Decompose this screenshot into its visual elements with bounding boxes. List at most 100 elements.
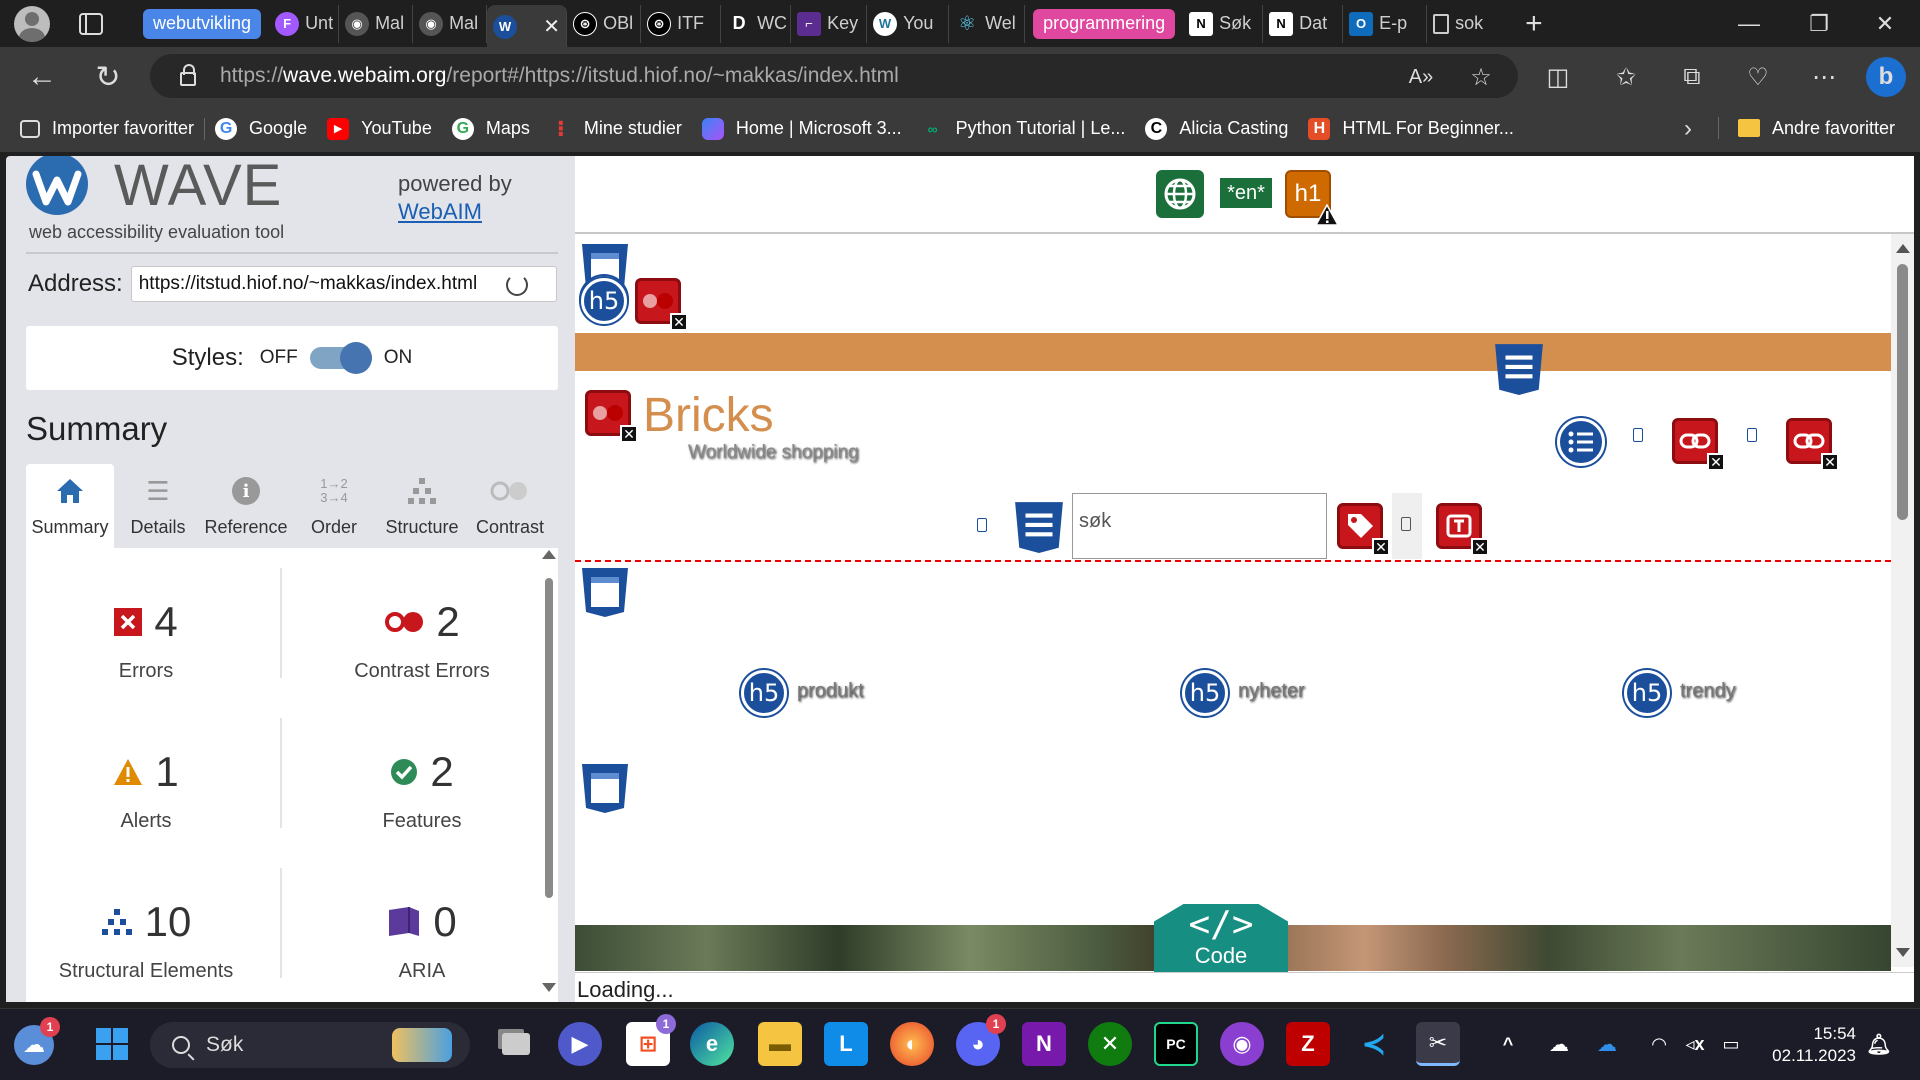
filezilla-icon[interactable]: Z — [1286, 1022, 1330, 1066]
favorite-star-icon[interactable]: ☆ — [1465, 61, 1497, 93]
address-refresh-icon[interactable] — [506, 274, 528, 296]
language-en-badge[interactable]: *en* — [1220, 178, 1272, 208]
favorite-maps[interactable]: G Maps — [442, 114, 540, 144]
snipping-tool-icon[interactable]: ✂ — [1416, 1022, 1460, 1066]
stat-aria[interactable]: 0 ARIA — [302, 898, 542, 983]
tab-group-webutvikling[interactable]: webutvikling — [143, 8, 262, 39]
browser-essentials-icon[interactable]: ♡ — [1742, 61, 1774, 93]
github-desktop-icon[interactable]: ◉ — [1220, 1022, 1264, 1066]
task-view-icon[interactable] — [494, 1022, 538, 1066]
close-tab-icon[interactable]: ✕ — [543, 14, 560, 39]
tab-key[interactable]: ⌐ Key — [791, 4, 868, 43]
contrast-error-icon[interactable]: ✕ — [635, 278, 688, 331]
tab-openai-1[interactable]: ⊛ OBl — [567, 4, 642, 43]
onedrive-cloud-icon[interactable]: ☁ — [1544, 1022, 1574, 1066]
collections-icon[interactable]: ⧉ — [1676, 61, 1708, 93]
address-input[interactable] — [130, 266, 557, 302]
scroll-up-icon[interactable] — [542, 550, 556, 559]
tab-notion-1[interactable]: N Søk — [1183, 4, 1264, 43]
tab-notion-2[interactable]: N Dat — [1263, 4, 1344, 43]
stat-errors[interactable]: 4 Errors — [26, 598, 266, 683]
tab-structure[interactable]: Structure — [378, 464, 466, 548]
stat-alerts[interactable]: 1 Alerts — [26, 748, 266, 833]
stat-features[interactable]: 2 Features — [302, 748, 542, 833]
search-input[interactable]: søk — [1072, 493, 1327, 559]
back-arrow-icon[interactable]: ← — [24, 59, 60, 95]
chevron-up-icon[interactable]: ^ — [1494, 1022, 1522, 1066]
tab-actions-icon[interactable] — [79, 12, 103, 35]
tab-react[interactable]: ⚛ Wel — [949, 4, 1026, 43]
new-tab-icon[interactable]: + — [1525, 7, 1543, 41]
language-globe-icon[interactable] — [1156, 170, 1204, 218]
empty-button-error-icon[interactable]: ✕ — [1436, 503, 1489, 556]
read-aloud-icon[interactable]: A» — [1405, 61, 1437, 93]
l-app-icon[interactable]: L — [824, 1022, 868, 1066]
profile-avatar-icon[interactable] — [14, 5, 50, 42]
missing-label-error-icon[interactable]: ✕ — [1337, 503, 1390, 556]
tab-order[interactable]: 1→2 3→4 Order — [290, 464, 378, 548]
tab-wave-active[interactable]: W ✕ — [487, 4, 568, 49]
scrollbar-thumb[interactable] — [545, 578, 553, 898]
code-panel-button[interactable]: </> Code — [1154, 904, 1288, 974]
discord-icon[interactable]: ◕ 1 — [956, 1014, 1006, 1066]
tab-reference[interactable]: i Reference — [202, 464, 290, 548]
h5-heading-icon[interactable]: h5 — [1624, 670, 1670, 716]
chevron-right-icon[interactable]: › — [1684, 115, 1692, 143]
copilot-icon[interactable]: b — [1866, 57, 1906, 97]
close-window-icon[interactable]: ✕ — [1850, 0, 1920, 47]
sidebar-scrollbar[interactable] — [538, 548, 558, 1002]
lock-icon[interactable] — [180, 64, 196, 86]
contrast-error-icon[interactable]: ✕ — [585, 390, 638, 443]
stat-structural[interactable]: 10 Structural Elements — [26, 898, 266, 983]
firefox-icon[interactable]: ◐ — [890, 1022, 934, 1066]
styles-toggle[interactable] — [309, 342, 372, 374]
favorite-youtube[interactable]: ▶ YouTube — [317, 114, 442, 144]
page-scrollbar[interactable] — [1891, 234, 1914, 967]
h5-heading-icon[interactable]: h5 — [1182, 670, 1228, 716]
region-main-icon[interactable] — [580, 566, 630, 618]
refresh-icon[interactable]: ↻ — [90, 59, 126, 95]
tab-wc[interactable]: D WC — [721, 4, 792, 43]
minimize-icon[interactable]: — — [1714, 0, 1784, 47]
tab-github-2[interactable]: ◉ Mal — [413, 4, 488, 43]
settings-more-icon[interactable]: ⋯ — [1808, 61, 1840, 93]
empty-link-error-icon[interactable]: ✕ — [1672, 418, 1725, 471]
tab-document[interactable]: sok — [1427, 5, 1507, 43]
taskbar-search[interactable]: Søk — [150, 1022, 470, 1068]
tab-outlook[interactable]: O E-p — [1343, 4, 1428, 43]
region-footer-icon[interactable] — [580, 762, 630, 814]
favorite-google[interactable]: G Google — [205, 114, 317, 144]
battery-icon[interactable]: ▭ — [1716, 1022, 1746, 1066]
vscode-icon[interactable]: ≺ — [1352, 1022, 1396, 1066]
notifications-bell-icon[interactable]: 🔔︎ — [1864, 1022, 1894, 1066]
xbox-icon[interactable]: ✕ — [1088, 1022, 1132, 1066]
tab-group-programmering[interactable]: programmering — [1033, 8, 1176, 39]
favorite-mine-studier[interactable]: ⁝ Mine studier — [540, 114, 692, 144]
wifi-icon[interactable]: ◠ — [1644, 1022, 1674, 1066]
region-search-icon[interactable] — [1013, 500, 1065, 554]
split-screen-icon[interactable]: ◫ — [1542, 61, 1574, 93]
tab-contrast[interactable]: Contrast — [466, 464, 554, 548]
search-button[interactable] — [1392, 493, 1422, 559]
file-explorer-icon[interactable]: ▬ — [758, 1022, 802, 1066]
favorite-python-tutorial[interactable]: ∞ Python Tutorial | Le... — [912, 114, 1136, 144]
scroll-down-icon[interactable] — [542, 983, 556, 992]
h1-alert-badge[interactable]: h1 — [1285, 170, 1339, 226]
system-clock[interactable]: 15:54 02.11.2023 — [1760, 1023, 1856, 1067]
scrollbar-thumb[interactable] — [1897, 264, 1908, 520]
pycharm-icon[interactable]: PC — [1154, 1022, 1198, 1066]
favorite-alicia-casting[interactable]: C Alicia Casting — [1135, 114, 1298, 144]
onenote-icon[interactable]: N — [1022, 1022, 1066, 1066]
favorite-import[interactable]: Importer favoritter — [10, 114, 204, 144]
webaim-link[interactable]: WebAIM — [398, 199, 482, 224]
windows-start-icon[interactable] — [90, 1022, 134, 1066]
favorite-other-folder[interactable]: Andre favoritter — [1728, 113, 1905, 143]
empty-link-error-icon[interactable]: ✕ — [1786, 418, 1839, 471]
weather-widget-icon[interactable]: ☁ 1 — [14, 1017, 60, 1065]
h5-heading-icon[interactable]: h5 — [581, 278, 627, 324]
stat-contrast-errors[interactable]: 2 Contrast Errors — [302, 598, 542, 683]
tab-summary[interactable]: Summary — [26, 464, 114, 548]
tab-github-1[interactable]: ◉ Mal — [339, 4, 414, 43]
teams-icon[interactable]: ▶ — [558, 1022, 602, 1066]
address-bar[interactable]: https://wave.webaim.org/report#/https://… — [150, 54, 1518, 98]
